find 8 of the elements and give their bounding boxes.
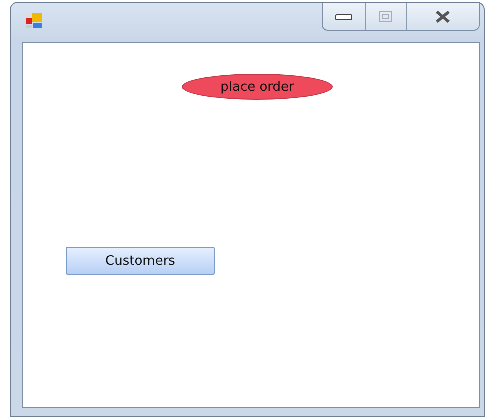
customers-button[interactable]: Customers xyxy=(66,247,215,275)
close-icon xyxy=(434,10,452,24)
maximize-icon xyxy=(379,10,393,22)
close-button[interactable] xyxy=(407,3,479,30)
minimize-icon xyxy=(335,12,353,20)
place-order-button[interactable]: place order xyxy=(182,74,333,100)
minimize-button[interactable] xyxy=(323,3,366,30)
app-icon xyxy=(26,13,44,29)
